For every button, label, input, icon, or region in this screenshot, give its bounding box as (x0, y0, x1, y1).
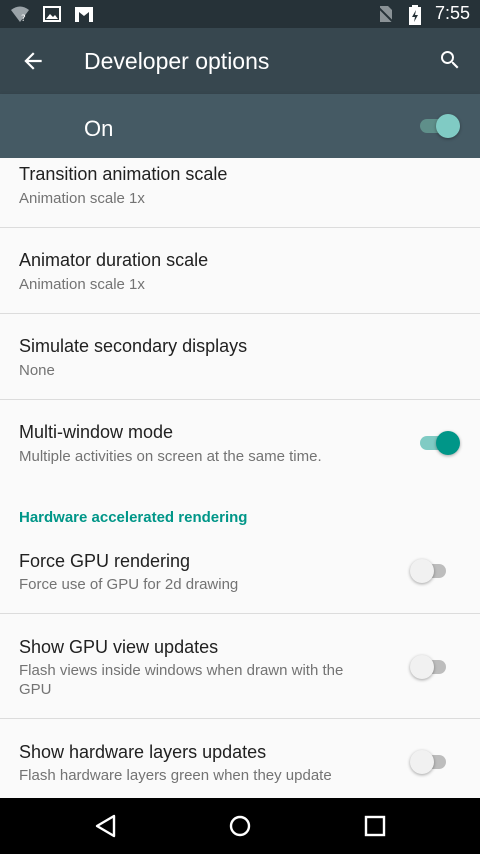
svg-text:?: ? (21, 14, 26, 24)
multi-window-toggle[interactable] (418, 431, 460, 455)
setting-simulate-secondary-displays[interactable]: Simulate secondary displays None (0, 314, 480, 400)
setting-show-hardware-layers-updates[interactable]: Show hardware layers updates Flash hardw… (0, 719, 480, 798)
toggle-thumb (436, 114, 460, 138)
home-circle-icon[interactable] (226, 812, 254, 840)
arrow-back-icon[interactable] (20, 48, 46, 74)
setting-force-gpu-rendering[interactable]: Force GPU rendering Force use of GPU for… (0, 528, 480, 614)
setting-transition-animation-scale[interactable]: Transition animation scale Animation sca… (0, 158, 480, 228)
toggle-thumb (410, 559, 434, 583)
setting-summary: Multiple activities on screen at the sam… (19, 448, 322, 465)
master-toggle[interactable] (418, 114, 460, 138)
battery-charging-icon (405, 4, 425, 25)
setting-title: Force GPU rendering (19, 551, 191, 571)
setting-title: Multi-window mode (19, 422, 174, 442)
page-title: Developer options (84, 48, 270, 74)
setting-summary-line2: GPU (19, 681, 52, 698)
setting-title: Animator duration scale (19, 250, 209, 270)
hardware-layers-toggle[interactable] (410, 750, 450, 774)
no-sim-icon (375, 4, 395, 24)
gpu-view-updates-toggle[interactable] (410, 655, 450, 679)
setting-summary: Animation scale 1x (19, 276, 145, 293)
image-icon (42, 4, 62, 24)
toggle-thumb (410, 750, 434, 774)
wifi-question-icon: ? (10, 4, 30, 24)
setting-summary-line1: Flash views inside windows when drawn wi… (19, 662, 344, 679)
setting-title: Simulate secondary displays (19, 336, 248, 356)
setting-summary: None (19, 362, 55, 379)
master-switch-bar[interactable]: On (0, 94, 480, 158)
status-bar: ? 7:55 (0, 0, 480, 28)
recents-square-icon[interactable] (361, 812, 389, 840)
setting-title: Transition animation scale (19, 164, 228, 184)
section-header: Hardware accelerated rendering (19, 509, 248, 526)
gmail-icon (74, 4, 94, 24)
master-switch-label: On (84, 116, 114, 141)
setting-title: Show GPU view updates (19, 637, 219, 657)
toggle-thumb (436, 431, 460, 455)
setting-animator-duration-scale[interactable]: Animator duration scale Animation scale … (0, 228, 480, 314)
toggle-thumb (410, 655, 434, 679)
setting-title: Show hardware layers updates (19, 742, 267, 762)
setting-summary: Animation scale 1x (19, 190, 145, 207)
setting-multi-window-mode[interactable]: Multi-window mode Multiple activities on… (0, 400, 480, 486)
force-gpu-toggle[interactable] (410, 559, 450, 583)
search-icon[interactable] (438, 48, 462, 72)
settings-list[interactable]: Transition animation scale Animation sca… (0, 158, 480, 798)
setting-show-gpu-view-updates[interactable]: Show GPU view updates Flash views inside… (0, 614, 480, 719)
clock: 7:55 (434, 3, 470, 23)
toolbar: Developer options (0, 28, 480, 94)
setting-summary: Force use of GPU for 2d drawing (19, 576, 239, 593)
navigation-bar (0, 798, 480, 854)
back-triangle-icon[interactable] (92, 812, 120, 840)
setting-summary: Flash hardware layers green when they up… (19, 767, 332, 784)
